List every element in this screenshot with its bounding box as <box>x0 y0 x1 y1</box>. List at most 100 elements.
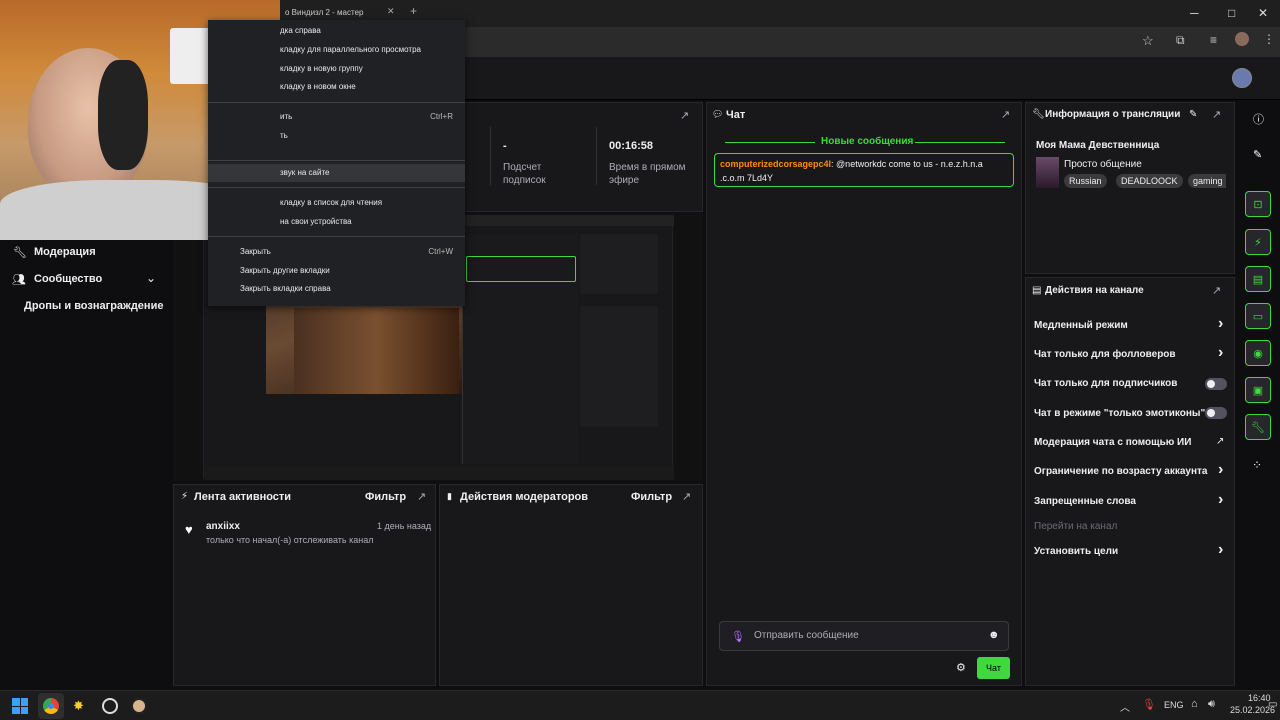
close-icon[interactable]: ✕ <box>1258 6 1268 20</box>
menu-item[interactable]: кладку в новую группу <box>208 60 465 78</box>
set-goals-item[interactable]: Установить цели <box>1034 546 1118 557</box>
chat-username[interactable]: computerizedcorsagepc4l <box>720 159 831 169</box>
windows-start-icon[interactable] <box>12 698 28 714</box>
sidebar-item-community[interactable]: Сообщество <box>34 273 102 285</box>
go-to-channel-item[interactable]: Перейти на канал <box>1034 521 1117 532</box>
popout-icon[interactable]: ↗ <box>682 490 691 503</box>
tag-chip[interactable]: DEADLOOCK <box>1116 174 1183 188</box>
pencil-icon[interactable]: ✎ <box>1253 148 1262 161</box>
menu-item[interactable]: кладку для параллельного просмотра <box>208 41 465 59</box>
channel-actions-panel: ▤ Действия на канале ↗ Медленный режим ›… <box>1025 277 1235 686</box>
chat-input[interactable]: 🎙︎ Отправить сообщение ☻ <box>719 621 1009 651</box>
banned-words-item[interactable]: Запрещенные слова <box>1034 496 1136 507</box>
bookmark-star-icon[interactable]: ☆ <box>1142 33 1154 49</box>
chevron-down-icon[interactable]: ⌄ <box>146 271 156 285</box>
chevron-right-icon[interactable]: › <box>1218 344 1223 362</box>
app-star-icon[interactable]: ✸ <box>73 698 84 714</box>
channel-actions-title: Действия на канале <box>1045 285 1144 296</box>
external-link-icon[interactable]: ↗ <box>1216 436 1224 447</box>
stream-category[interactable]: Просто общение <box>1064 159 1142 170</box>
mod-actions-panel: ▮ Действия модераторов Фильтр ↗ <box>439 484 703 686</box>
activity-feed-title: Лента активности <box>194 491 292 503</box>
menu-item-close[interactable]: Закрыть Ctrl+W <box>208 243 465 261</box>
chat-message: computerizedcorsagepc4l: @networkdc come… <box>714 153 1014 187</box>
info-icon[interactable]: ⓘ <box>1253 111 1264 127</box>
tag-chip[interactable]: Russian <box>1064 174 1107 188</box>
mod-actions-title: Действия модераторов <box>460 491 589 503</box>
user-avatar[interactable] <box>1232 68 1252 88</box>
age-restriction-item[interactable]: Ограничение по возрасту аккаунта <box>1034 466 1208 477</box>
app-face-icon[interactable] <box>131 698 147 714</box>
tag-chip[interactable]: gaming <box>1188 174 1226 188</box>
chevron-right-icon[interactable]: › <box>1218 315 1223 333</box>
menu-item[interactable]: кладку в список для чтения <box>208 194 465 212</box>
popout-icon[interactable]: ↗ <box>1212 108 1221 121</box>
chevron-right-icon[interactable]: › <box>1218 541 1223 559</box>
ai-moderation-item[interactable]: Модерация чата с помощью ИИ <box>1034 437 1191 448</box>
extensions-icon[interactable]: ⧉ <box>1176 33 1185 48</box>
menu-dots-icon[interactable]: ⋮ <box>1263 32 1275 46</box>
chevron-up-icon[interactable]: ︿ <box>1120 699 1130 714</box>
chat-input-placeholder: Отправить сообщение <box>754 630 859 641</box>
toolbox-icon[interactable]: ▣ <box>1245 377 1271 403</box>
notification-icon[interactable]: ▭ <box>1268 699 1277 710</box>
profile-avatar[interactable] <box>1235 32 1249 46</box>
lightning-icon: ⚡︎ <box>181 491 189 502</box>
popout-icon[interactable]: ↗ <box>1212 284 1221 297</box>
menu-item[interactable]: ить Ctrl+R <box>208 108 465 126</box>
tab-close-icon[interactable]: ✕ <box>387 6 395 17</box>
document-icon[interactable]: ▤ <box>1245 266 1271 292</box>
document-icon: ▮ <box>447 491 452 501</box>
mod-filter-button[interactable]: Фильтр <box>631 491 672 503</box>
media-icon[interactable]: ≡ <box>1210 33 1217 47</box>
chevron-right-icon[interactable]: › <box>1218 491 1223 509</box>
network-icon[interactable]: ⌂ <box>1191 698 1198 710</box>
microphone-icon[interactable]: 🎙︎ <box>1142 698 1156 711</box>
popout-icon[interactable]: ↗ <box>1001 108 1010 121</box>
sidebar-item-moderation[interactable]: Модерация <box>34 246 96 258</box>
menu-item[interactable]: дка справа <box>208 22 465 40</box>
emoji-picker-icon[interactable]: ☻ <box>988 629 1000 641</box>
chat-send-button[interactable]: Чат <box>977 657 1010 679</box>
tab-context-menu: дка справа кладку для параллельного прос… <box>208 20 465 306</box>
sidebar-item-drops[interactable]: Дропы и вознаграждение <box>24 300 163 312</box>
taskbar-chrome-item[interactable] <box>38 693 64 719</box>
menu-item-close-others[interactable]: Закрыть другие вкладки <box>208 262 465 280</box>
wrench-icon: 🔧︎ <box>13 247 27 259</box>
activity-time: 1 день назад <box>377 521 432 531</box>
emote-only-toggle[interactable] <box>1205 407 1227 419</box>
menu-item-close-right[interactable]: Закрыть вкладки справа <box>208 280 465 298</box>
category-box-art <box>1036 157 1059 188</box>
new-tab-icon[interactable]: + <box>410 4 417 18</box>
menu-item[interactable]: ть <box>208 127 465 145</box>
stream-title: Моя Мама Девственница <box>1036 140 1160 151</box>
obs-icon[interactable] <box>102 698 118 714</box>
quick-action-icon[interactable]: ⊡ <box>1245 191 1271 217</box>
chevron-right-icon[interactable]: › <box>1218 461 1223 479</box>
subscribers-only-toggle[interactable] <box>1205 378 1227 390</box>
wrench-icon[interactable]: 🔧︎ <box>1245 414 1271 440</box>
add-widget-icon[interactable]: ⁘ <box>1252 458 1262 472</box>
menu-item[interactable]: кладку в новом окне <box>208 78 465 96</box>
microphone-icon[interactable]: 🎙︎ <box>731 630 745 643</box>
followers-only-item[interactable]: Чат только для фолловеров <box>1034 349 1176 360</box>
popout-icon[interactable]: ↗ <box>680 109 689 122</box>
minimize-icon[interactable]: ─ <box>1190 6 1199 20</box>
subs-count-label: Подсчет подписок <box>503 162 546 186</box>
edit-pencil-icon[interactable]: ✎ <box>1189 109 1197 120</box>
activity-filter-button[interactable]: Фильтр <box>365 491 406 503</box>
settings-gear-icon[interactable]: ⚙︎ <box>956 661 966 674</box>
volume-icon[interactable]: 🔊︎ <box>1208 698 1215 711</box>
language-indicator[interactable]: ENG <box>1164 700 1184 710</box>
browser-tab-title[interactable]: о Виндизл 2 - мастер <box>285 8 363 17</box>
slow-mode-item[interactable]: Медленный режим <box>1034 320 1128 331</box>
headphones-image <box>98 60 148 170</box>
broadcast-icon[interactable]: ◉ <box>1245 340 1271 366</box>
chat-bubble-icon[interactable]: ▭ <box>1245 303 1271 329</box>
menu-item[interactable]: на свои устройства <box>208 213 465 231</box>
popout-icon[interactable]: ↗ <box>417 490 426 503</box>
menu-item[interactable]: звук на сайте <box>208 164 465 182</box>
lightning-icon[interactable]: ⚡︎ <box>1245 229 1271 255</box>
maximize-icon[interactable]: □ <box>1228 6 1235 20</box>
activity-username[interactable]: anxiixx <box>206 521 240 532</box>
